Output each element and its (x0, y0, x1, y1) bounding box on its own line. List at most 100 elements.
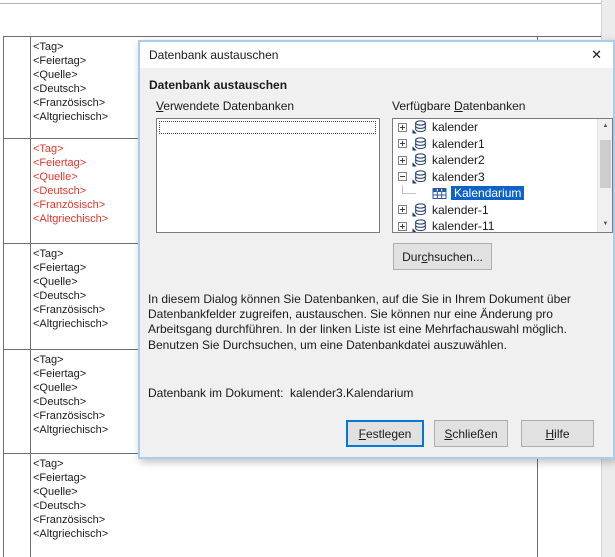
tree-item-label[interactable]: kalender-1 (432, 203, 489, 217)
scroll-up-icon[interactable]: ▲ (598, 119, 613, 134)
expander-plus-icon[interactable] (398, 156, 407, 165)
field-placeholder[interactable]: <Tag> (33, 353, 143, 367)
scroll-down-icon[interactable]: ▼ (598, 217, 613, 232)
description-line: Benutzen Sie Durchsuchen, um eine Datenb… (148, 338, 600, 353)
description-line: Datenbankfelder zugreifen, austauschen. … (148, 307, 600, 322)
scrollbar-thumb[interactable] (600, 140, 611, 188)
tree-scrollbar[interactable]: ▲ ▼ (597, 119, 612, 232)
field-placeholder[interactable]: <Altgriechisch> (33, 212, 143, 226)
tree-item-kalender3[interactable]: kalender3 (393, 169, 597, 186)
tree-item-label[interactable]: kalender1 (432, 137, 485, 151)
field-placeholder[interactable]: <Tag> (33, 142, 143, 156)
field-placeholder[interactable]: <Deutsch> (33, 499, 143, 513)
tree-item-kalender2[interactable]: kalender2 (393, 152, 597, 169)
field-placeholder[interactable]: <Französisch> (33, 303, 143, 317)
table-cell[interactable]: <Tag><Feiertag><Quelle><Deutsch><Französ… (33, 142, 143, 226)
field-placeholder[interactable]: <Feiertag> (33, 156, 143, 170)
description-line: Arbeitsgang durchführen. In der linken L… (148, 322, 600, 337)
schliessen-button[interactable]: Schließen (434, 420, 508, 447)
table-cell[interactable]: <Tag><Feiertag><Quelle><Deutsch><Französ… (33, 353, 143, 437)
field-placeholder[interactable]: <Feiertag> (33, 367, 143, 381)
tree-item-label[interactable]: kalender (432, 120, 478, 134)
database-in-document: Datenbank im Dokument: kalender3.Kalenda… (148, 386, 283, 400)
dialog-datenbank-austauschen: Datenbank austauschen ✕ Datenbank austau… (138, 40, 615, 459)
expander-plus-icon[interactable] (398, 139, 407, 148)
table-cell[interactable]: <Tag><Feiertag><Quelle><Deutsch><Französ… (33, 40, 143, 124)
screen: <Tag><Feiertag><Quelle><Deutsch><Französ… (0, 0, 615, 557)
tree-item-label[interactable]: kalender-11 (432, 219, 494, 233)
button-text: Dur (402, 250, 421, 264)
tree-item-kalender[interactable]: kalender (393, 119, 597, 136)
focus-rect (159, 121, 376, 134)
button-text: ilfe (554, 427, 569, 441)
field-placeholder[interactable]: <Tag> (33, 40, 143, 54)
tree-item-label[interactable]: Kalendarium (451, 186, 524, 200)
field-placeholder[interactable]: <Deutsch> (33, 82, 143, 96)
tree-item-kalender-1[interactable]: kalender-1 (393, 202, 597, 219)
field-placeholder[interactable]: <Altgriechisch> (33, 423, 143, 437)
expander-plus-icon[interactable] (398, 205, 407, 214)
durchsuchen-button[interactable]: Durchsuchen... (393, 243, 492, 270)
label-accel: D (454, 99, 463, 113)
database-icon (412, 219, 427, 233)
field-placeholder[interactable]: <Tag> (33, 457, 143, 471)
description-line: In diesem Dialog können Sie Datenbanken,… (148, 292, 600, 307)
database-icon (412, 203, 427, 217)
used-databases-label: Verwendete Datenbanken (156, 99, 294, 113)
field-placeholder[interactable]: <Feiertag> (33, 261, 143, 275)
field-placeholder[interactable]: <Französisch> (33, 409, 143, 423)
field-placeholder[interactable]: <Altgriechisch> (33, 110, 143, 124)
expander-minus-icon[interactable] (398, 172, 407, 181)
field-placeholder[interactable]: <Französisch> (33, 96, 143, 110)
field-placeholder[interactable]: <Quelle> (33, 275, 143, 289)
field-placeholder[interactable]: <Deutsch> (33, 289, 143, 303)
table-border (3, 36, 4, 557)
tree-connector (402, 185, 416, 194)
tree-item-kalendarium[interactable]: Kalendarium (393, 185, 597, 202)
hilfe-button[interactable]: Hilfe (521, 420, 594, 447)
database-in-document-value: kalender3.Kalendarium (290, 386, 413, 400)
table-cell[interactable]: <Tag><Feiertag><Quelle><Deutsch><Französ… (33, 247, 143, 331)
button-text: estlegen (366, 427, 411, 441)
database-icon (412, 170, 427, 184)
field-placeholder[interactable]: <Feiertag> (33, 54, 143, 68)
tree-item-label[interactable]: kalender2 (432, 153, 485, 167)
field-placeholder[interactable]: <Quelle> (33, 170, 143, 184)
dialog-description: In diesem Dialog können Sie Datenbanken,… (148, 292, 600, 353)
festlegen-button[interactable]: Festlegen (346, 420, 424, 447)
expander-plus-icon[interactable] (398, 222, 407, 231)
field-placeholder[interactable]: <Quelle> (33, 381, 143, 395)
database-icon (412, 137, 427, 151)
button-text: chließen (452, 427, 497, 441)
tree-item-kalender-11[interactable]: kalender-11 (393, 218, 597, 233)
document-top-edge (0, 3, 612, 4)
dialog-title: Datenbank austauschen (149, 48, 278, 62)
label-text: erwendete Datenbanken (163, 99, 294, 113)
table-border (30, 36, 31, 557)
field-placeholder[interactable]: <Französisch> (33, 513, 143, 527)
button-accel: H (545, 427, 554, 441)
expander-plus-icon[interactable] (398, 123, 407, 132)
close-icon[interactable]: ✕ (591, 47, 602, 63)
label-text: Verfügbare (392, 99, 454, 113)
field-placeholder[interactable]: <Deutsch> (33, 395, 143, 409)
field-placeholder[interactable]: <Altgriechisch> (33, 317, 143, 331)
field-placeholder[interactable]: <Tag> (33, 247, 143, 261)
database-icon (412, 120, 427, 134)
available-databases-tree[interactable]: kalender kalender1 kalender2 kalender3 Kalen… (392, 118, 613, 233)
field-placeholder[interactable]: <Französisch> (33, 198, 143, 212)
database-in-document-label: Datenbank im Dokument: (148, 386, 283, 400)
field-placeholder[interactable]: <Quelle> (33, 485, 143, 499)
tree-item-kalender1[interactable]: kalender1 (393, 136, 597, 153)
used-databases-list[interactable] (156, 118, 380, 233)
field-placeholder[interactable]: <Quelle> (33, 68, 143, 82)
button-accel: F (359, 427, 366, 441)
section-heading: Datenbank austauschen (149, 78, 287, 92)
tree-item-label[interactable]: kalender3 (432, 170, 485, 184)
field-placeholder[interactable]: <Altgriechisch> (33, 527, 143, 541)
table-cell[interactable]: <Tag><Feiertag><Quelle><Deutsch><Französ… (33, 457, 143, 541)
dialog-titlebar[interactable]: Datenbank austauschen ✕ (140, 42, 613, 68)
field-placeholder[interactable]: <Deutsch> (33, 184, 143, 198)
label-text: atenbanken (463, 99, 526, 113)
field-placeholder[interactable]: <Feiertag> (33, 471, 143, 485)
